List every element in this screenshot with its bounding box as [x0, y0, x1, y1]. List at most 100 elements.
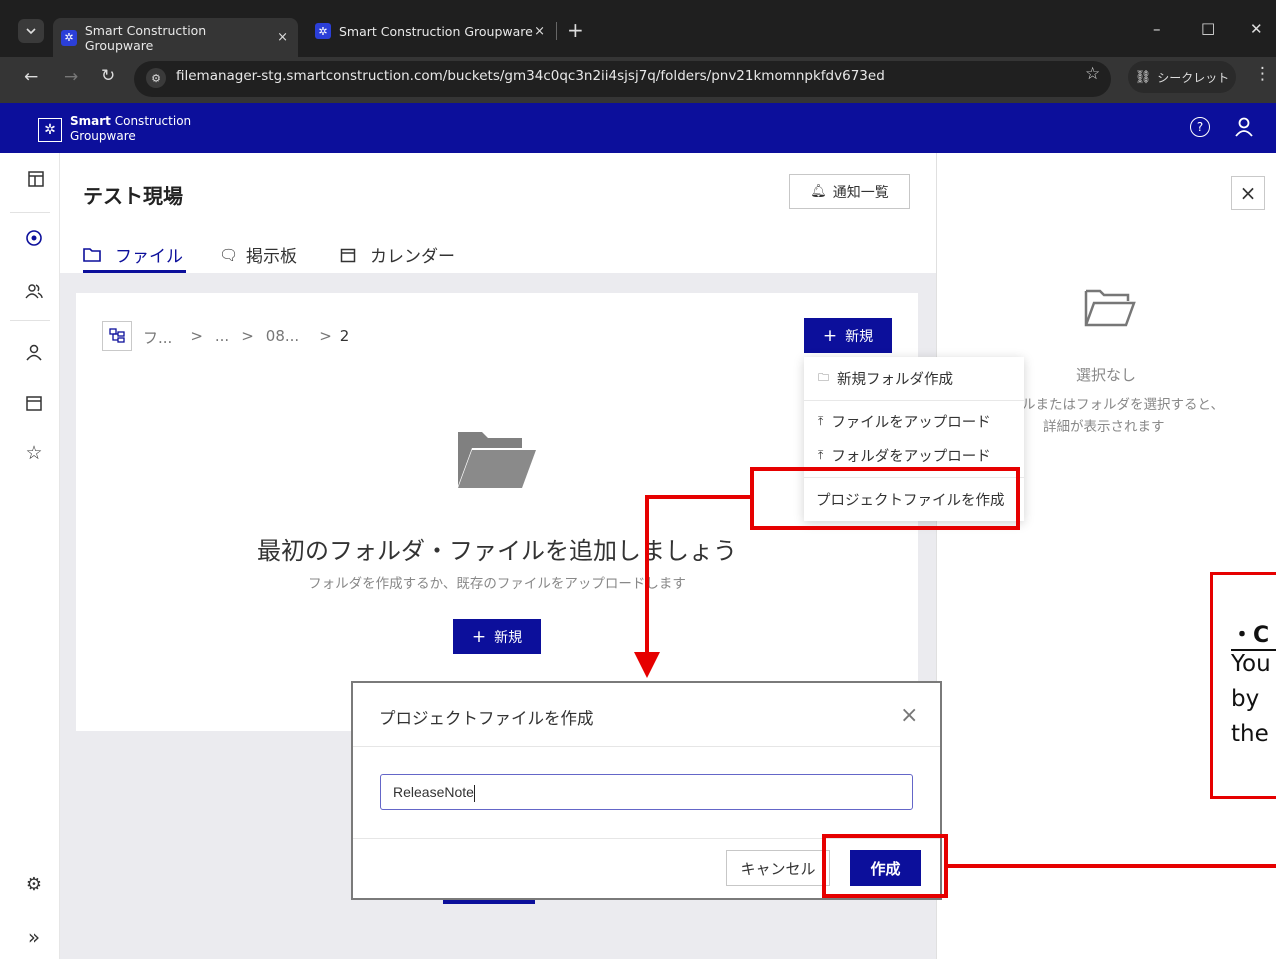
back-arrow-icon[interactable]: ←	[24, 67, 38, 87]
text-cursor	[473, 784, 475, 802]
tab-list-chevron-icon[interactable]	[18, 19, 44, 43]
menu-item-new-folder[interactable]: 🗀︎ 新規フォルダ作成	[818, 368, 953, 389]
breadcrumb-separator: >	[241, 327, 254, 345]
menu-item-upload-folder[interactable]: ⤒ フォルダをアップロード	[818, 445, 991, 466]
tab-divider	[556, 22, 557, 40]
person-icon[interactable]	[22, 340, 46, 364]
calendar-icon	[340, 248, 356, 262]
empty-state-subtitle: フォルダを作成するか、既存のファイルをアップロードします	[308, 576, 686, 592]
new-folder-icon: 🗀︎	[818, 371, 829, 384]
notifications-label: 通知一覧	[832, 184, 889, 201]
minimize-button[interactable]: –	[1153, 20, 1161, 38]
left-nav-rail	[0, 153, 60, 959]
new-button-label: 新規	[845, 328, 874, 345]
site-list-icon[interactable]	[24, 167, 48, 191]
breadcrumb-separator: >	[190, 327, 203, 345]
incognito-chip[interactable]: ⛓ シークレット	[1128, 61, 1236, 93]
tab-title: Smart Construction Groupware	[84, 22, 207, 53]
new-button[interactable]: + 新規	[804, 318, 892, 353]
breadcrumb-item[interactable]: フ...	[143, 327, 172, 348]
annotation-arrow-line	[645, 495, 649, 655]
annotation-arrow-line	[645, 495, 753, 499]
members-icon[interactable]	[22, 279, 46, 303]
url-text[interactable]: filemanager-stg.smartconstruction.com/bu…	[176, 68, 885, 84]
cancel-label: キャンセル	[740, 859, 816, 878]
no-selection-desc: 詳細が表示されます	[1043, 419, 1165, 435]
folder-icon	[83, 247, 101, 262]
menu-divider	[804, 400, 1024, 401]
dialog-close-icon[interactable]: ×	[900, 703, 918, 728]
annotation-line: the	[1231, 721, 1269, 747]
details-panel	[936, 153, 1276, 959]
tab-calendar[interactable]: カレンダー	[340, 242, 455, 267]
project-file-name-input[interactable]: ReleaseNote	[380, 774, 913, 810]
breadcrumb-item[interactable]: 08...	[266, 327, 299, 348]
brand-logo-icon[interactable]: ✲	[38, 118, 62, 142]
new-tab-button[interactable]: +	[567, 18, 584, 42]
plus-icon: +	[471, 626, 487, 647]
notifications-button[interactable]: 🔔︎ 通知一覧	[789, 174, 910, 209]
breadcrumb-separator: >	[319, 327, 332, 345]
incognito-icon: ⛓	[1134, 69, 1152, 85]
browser-menu-icon[interactable]: ⋮	[1254, 64, 1271, 84]
bookmark-star-icon[interactable]: ☆	[1085, 64, 1100, 84]
input-value: ReleaseNote	[393, 784, 474, 800]
tab-label: ファイル	[115, 247, 183, 267]
open-folder-icon	[456, 428, 538, 490]
breadcrumb: フ... > ... > 08... > 2	[143, 327, 349, 348]
tab-files[interactable]: ファイル	[83, 242, 183, 267]
star-icon[interactable]: ☆	[22, 441, 46, 465]
empty-state-new-button[interactable]: + 新規	[453, 619, 541, 654]
close-window-button[interactable]: ✕	[1250, 20, 1263, 38]
app-header	[0, 103, 1276, 153]
rail-divider	[10, 320, 50, 321]
highlight-menu-item	[750, 467, 1020, 530]
annotation-line: by	[1231, 686, 1260, 712]
browser-tab-active[interactable]: ✲ Smart Construction Groupware ×	[53, 18, 298, 57]
help-icon[interactable]: ?	[1190, 117, 1210, 137]
menu-item-upload-file[interactable]: ⤒ ファイルをアップロード	[818, 411, 991, 432]
tab-close-icon[interactable]: ×	[534, 24, 545, 39]
forward-arrow-icon[interactable]: →	[64, 67, 78, 87]
no-selection-desc: ルまたはフォルダを選択すると、	[1022, 397, 1224, 413]
annotation-heading: ・C	[1231, 617, 1276, 651]
brand-name: Smart Construction	[70, 114, 192, 128]
folder-tree-icon[interactable]	[102, 321, 132, 351]
reload-icon[interactable]: ↻	[101, 66, 115, 86]
location-pin-icon[interactable]	[22, 226, 46, 250]
empty-state-title: 最初のフォルダ・ファイルを追加しましょう	[257, 537, 737, 565]
expand-rail-icon[interactable]: »	[22, 925, 46, 949]
browser-tab[interactable]: ✲ Smart Construction Groupware ×	[307, 16, 555, 46]
active-tab-underline	[83, 270, 186, 273]
empty-folder-icon	[1084, 289, 1136, 327]
menu-item-label: 新規フォルダ作成	[837, 372, 953, 388]
dialog-divider	[353, 746, 940, 747]
site-favicon-icon: ✲	[315, 23, 331, 39]
settings-gear-icon[interactable]: ⚙	[22, 872, 46, 896]
user-account-icon[interactable]	[1234, 116, 1254, 138]
tab-label: 掲示板	[246, 247, 298, 267]
cancel-button[interactable]: キャンセル	[726, 850, 830, 886]
calendar-icon[interactable]	[22, 391, 46, 415]
upload-icon: ⤒	[818, 448, 824, 462]
maximize-button[interactable]: □	[1201, 19, 1215, 37]
breadcrumb-item[interactable]: ...	[215, 327, 229, 348]
annotation-note: ・C You by the	[1210, 572, 1276, 799]
tab-close-icon[interactable]: ×	[277, 30, 288, 45]
annotation-connector-line	[946, 864, 1276, 868]
highlight-create-button	[822, 834, 948, 898]
tab-board[interactable]: 🗨︎ 掲示板	[219, 242, 298, 268]
panel-close-button[interactable]: ×	[1231, 176, 1265, 210]
obscured-new-button	[443, 900, 535, 904]
chat-icon: 🗨︎	[219, 245, 239, 264]
site-info-icon[interactable]: ⚙	[146, 68, 166, 88]
dialog-title: プロジェクトファイルを作成	[379, 709, 594, 728]
browser-tab-bar: ✲ Smart Construction Groupware × ✲ Smart…	[0, 0, 1276, 57]
menu-item-label: ファイルをアップロード	[831, 415, 991, 431]
breadcrumb-current: 2	[339, 327, 350, 345]
annotation-arrowhead	[634, 652, 660, 678]
close-icon: ×	[1239, 181, 1257, 205]
tab-label: カレンダー	[370, 247, 455, 267]
page-title: テスト現場	[83, 184, 183, 208]
incognito-label: シークレット	[1157, 70, 1230, 85]
